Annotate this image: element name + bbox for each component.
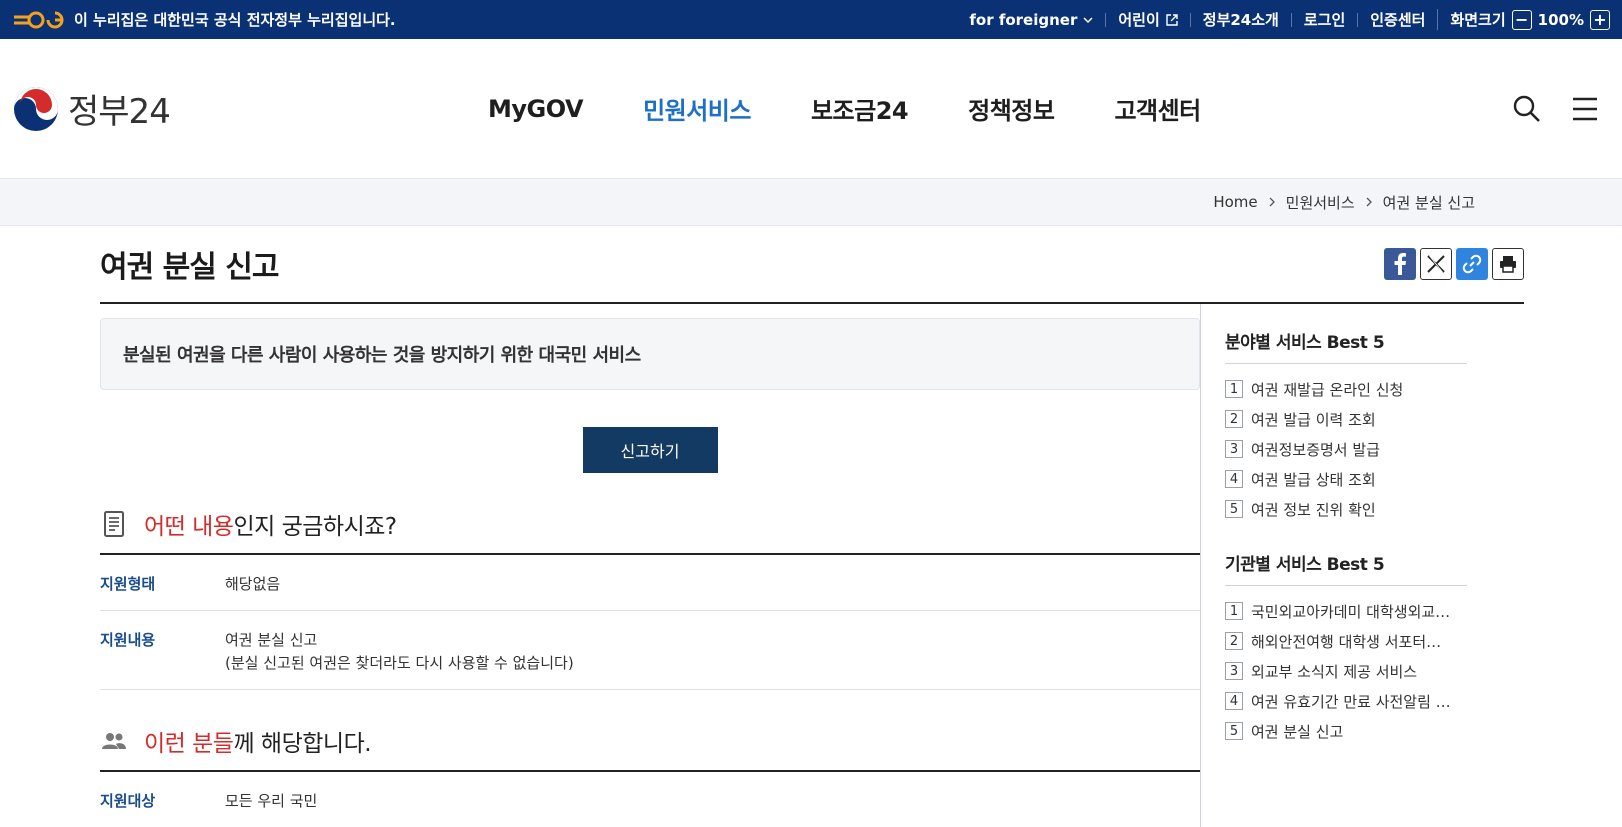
list-item[interactable]: 4 여권 발급 상태 조회: [1225, 464, 1524, 494]
kids-link[interactable]: 어린이: [1105, 12, 1189, 27]
brand-logo-link[interactable]: 정부24: [12, 84, 171, 133]
field-best-list: 1 여권 재발급 온라인 신청 2 여권 발급 이력 조회 3 여권정보증명서 발급 …: [1225, 374, 1524, 524]
service-summary: 분실된 여권을 다른 사람이 사용하는 것을 방지하기 위한 대국민 서비스: [100, 318, 1200, 390]
list-item[interactable]: 5 여권 정보 진위 확인: [1225, 494, 1524, 524]
share-toolbar: [1384, 248, 1524, 280]
info-value: 여권 분실 신고: [225, 631, 318, 649]
info-row-support-content: 지원내용 여권 분실 신고 (분실 신고된 여권은 찾더라도 다시 사용할 수 …: [100, 611, 1200, 690]
copy-link-button[interactable]: [1456, 248, 1488, 280]
gov-banner: 이 누리집은 대한민국 공식 전자정부 누리집입니다. for foreigne…: [0, 0, 1622, 39]
chevron-right-icon: [1366, 197, 1372, 207]
zoom-control: 화면크기 − 100% +: [1437, 9, 1610, 30]
info-label: 지원대상: [100, 792, 156, 810]
page-title: 여권 분실 신고: [100, 250, 279, 285]
external-link-icon: [1166, 13, 1178, 26]
list-item[interactable]: 3 여권정보증명서 발급: [1225, 434, 1524, 464]
report-button[interactable]: 신고하기: [582, 427, 718, 473]
printer-icon: [1500, 256, 1516, 273]
facebook-share-button[interactable]: [1384, 248, 1416, 280]
list-item[interactable]: 1 국민외교아카데미 대학생외교…: [1225, 596, 1524, 626]
foreigner-link[interactable]: for foreigner: [957, 12, 1105, 27]
print-button[interactable]: [1492, 248, 1524, 280]
info-label: 지원형태: [100, 575, 156, 593]
sidebar: 분야별 서비스 Best 5 1 여권 재발급 온라인 신청 2 여권 발급 이력 …: [1200, 304, 1524, 827]
facebook-icon: [1394, 253, 1406, 275]
search-icon[interactable]: [1512, 94, 1542, 124]
section-who-highlight: 이런 분들: [144, 731, 234, 757]
list-item[interactable]: 4 여권 유효기간 만료 사전알림 …: [1225, 686, 1524, 716]
site-header: 정부24 MyGOV 민원서비스 보조금24 정책정보 고객센터: [0, 39, 1622, 178]
menu-icon[interactable]: [1570, 94, 1600, 124]
nav-subsidy[interactable]: 보조금24: [811, 91, 909, 126]
breadcrumb-current: 여권 분실 신고: [1382, 193, 1475, 212]
people-icon: [102, 733, 126, 749]
field-best-title: 분야별 서비스 Best 5: [1225, 328, 1467, 364]
main-content: 분실된 여권을 다른 사람이 사용하는 것을 방지하기 위한 대국민 서비스 신…: [100, 304, 1200, 827]
nav-mygov[interactable]: MyGOV: [488, 95, 584, 123]
breadcrumb: Home 민원서비스 여권 분실 신고: [0, 178, 1622, 226]
zoom-out-button[interactable]: −: [1511, 9, 1532, 30]
info-value-note: (분실 신고된 여권은 찾더라도 다시 사용할 수 없습니다): [225, 654, 574, 672]
info-row-target: 지원대상 모든 우리 국민: [100, 772, 1200, 827]
list-item[interactable]: 2 해외안전여행 대학생 서포터스…: [1225, 626, 1524, 656]
nav-customer-center[interactable]: 고객센터: [1114, 91, 1201, 126]
list-item[interactable]: 2 여권 발급 이력 조회: [1225, 404, 1524, 434]
info-value: 모든 우리 국민: [225, 792, 318, 810]
about-link[interactable]: 정부24소개: [1189, 12, 1291, 27]
agency-best-list: 1 국민외교아카데미 대학생외교… 2 해외안전여행 대학생 서포터스… 3 외교부 …: [1225, 596, 1524, 746]
link-icon: [1462, 254, 1482, 274]
agency-best-title: 기관별 서비스 Best 5: [1225, 550, 1467, 586]
list-item[interactable]: 5 여권 분실 신고: [1225, 716, 1524, 746]
chevron-down-icon: [1083, 16, 1093, 23]
zoom-label: 화면크기: [1450, 11, 1506, 29]
zoom-in-button[interactable]: +: [1590, 9, 1610, 30]
section-who-heading: 이런 분들께 해당합니다.: [100, 724, 1200, 772]
gov-banner-text: 이 누리집은 대한민국 공식 전자정부 누리집입니다.: [74, 11, 396, 29]
breadcrumb-home[interactable]: Home: [1213, 193, 1257, 211]
section-who-text: 께 해당합니다.: [233, 731, 372, 757]
zoom-value: 100%: [1537, 10, 1584, 29]
document-icon: [104, 511, 124, 537]
list-item[interactable]: 3 외교부 소식지 제공 서비스: [1225, 656, 1524, 686]
info-value: 해당없음: [225, 575, 281, 593]
nav-civil-service[interactable]: 민원서비스: [643, 91, 751, 126]
x-share-button[interactable]: [1420, 248, 1452, 280]
page-body: 여권 분실 신고 분실된 여권을 다른 사람이 사용하는 것을 방지하기 위한 …: [100, 226, 1524, 827]
main-nav: MyGOV 민원서비스 보조금24 정책정보 고객센터: [488, 39, 1201, 178]
list-item[interactable]: 1 여권 재발급 온라인 신청: [1225, 374, 1524, 404]
info-label: 지원내용: [100, 631, 156, 649]
info-row-support-type: 지원형태 해당없음: [100, 555, 1200, 611]
section-what-text: 인지 궁금하시죠?: [233, 514, 397, 540]
x-logo-icon: [1427, 255, 1445, 273]
taegeuk-logo-icon: [14, 86, 58, 131]
egov-logo-icon: [14, 11, 64, 28]
section-what-highlight: 어떤 내용: [144, 514, 234, 540]
brand-name: 정부24: [68, 92, 171, 132]
breadcrumb-civil-service[interactable]: 민원서비스: [1286, 192, 1355, 213]
chevron-right-icon: [1269, 197, 1275, 207]
nav-policy[interactable]: 정책정보: [968, 91, 1055, 126]
login-link[interactable]: 로그인: [1290, 12, 1357, 27]
section-what-heading: 어떤 내용인지 궁금하시죠?: [100, 507, 1200, 555]
auth-center-link[interactable]: 인증센터: [1357, 12, 1437, 27]
